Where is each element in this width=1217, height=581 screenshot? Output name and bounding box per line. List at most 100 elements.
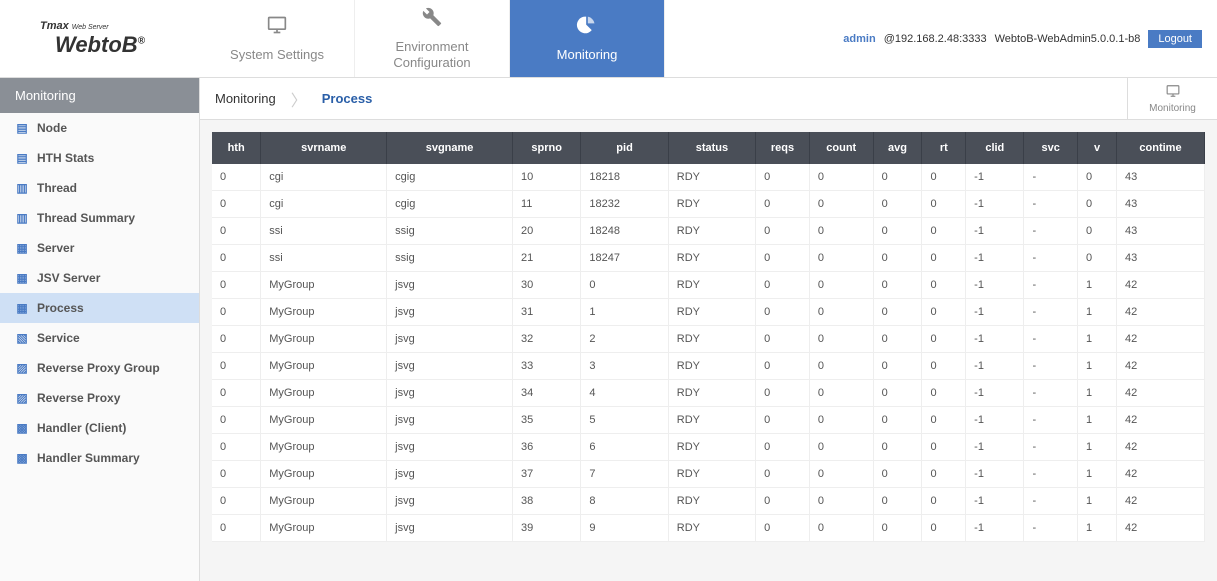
sidebar-item-server[interactable]: ▦Server xyxy=(0,233,199,263)
tab-system-settings[interactable]: System Settings xyxy=(200,0,355,77)
admin-user[interactable]: admin xyxy=(843,33,875,45)
sidebar-item-label: Process xyxy=(37,301,84,315)
col-contime[interactable]: contime xyxy=(1116,132,1204,164)
cell-status: RDY xyxy=(668,272,755,299)
sidebar-item-thread-summary[interactable]: ▥Thread Summary xyxy=(0,203,199,233)
cell-clid: -1 xyxy=(966,191,1024,218)
cell-svrname: cgi xyxy=(261,164,387,191)
cell-sprno: 33 xyxy=(512,353,580,380)
monitoring-badge[interactable]: Monitoring xyxy=(1127,78,1217,119)
sidebar-item-handler-client-[interactable]: ▩Handler (Client) xyxy=(0,413,199,443)
cell-svgname: jsvg xyxy=(387,272,513,299)
table-row[interactable]: 0MyGroupjsvg377RDY0000-1-142 xyxy=(212,461,1205,488)
cell-count: 0 xyxy=(809,461,873,488)
tab-label: System Settings xyxy=(230,47,324,63)
tab-environment-configuration[interactable]: Environment Configuration xyxy=(355,0,510,77)
col-svrname[interactable]: svrname xyxy=(261,132,387,164)
cell-svgname: ssig xyxy=(387,245,513,272)
table-row[interactable]: 0MyGroupjsvg311RDY0000-1-142 xyxy=(212,299,1205,326)
tab-monitoring[interactable]: Monitoring xyxy=(510,0,665,77)
table-row[interactable]: 0MyGroupjsvg399RDY0000-1-142 xyxy=(212,515,1205,542)
col-svgname[interactable]: svgname xyxy=(387,132,513,164)
cell-clid: -1 xyxy=(966,515,1024,542)
col-reqs[interactable]: reqs xyxy=(756,132,810,164)
cell-contime: 43 xyxy=(1116,245,1204,272)
monitoring-badge-label: Monitoring xyxy=(1149,103,1196,114)
table-row[interactable]: 0MyGroupjsvg300RDY0000-1-142 xyxy=(212,272,1205,299)
col-sprno[interactable]: sprno xyxy=(512,132,580,164)
cell-status: RDY xyxy=(668,434,755,461)
cell-svc: - xyxy=(1024,407,1078,434)
table-row[interactable]: 0MyGroupjsvg322RDY0000-1-142 xyxy=(212,326,1205,353)
table-body: 0cgicgig1018218RDY0000-1-0430cgicgig1118… xyxy=(212,164,1205,542)
cell-sprno: 11 xyxy=(512,191,580,218)
col-svc[interactable]: svc xyxy=(1024,132,1078,164)
chevron-right-icon: 〉 xyxy=(291,87,307,111)
cell-count: 0 xyxy=(809,515,873,542)
cell-contime: 42 xyxy=(1116,434,1204,461)
table-row[interactable]: 0MyGroupjsvg388RDY0000-1-142 xyxy=(212,488,1205,515)
cell-svgname: jsvg xyxy=(387,299,513,326)
table-row[interactable]: 0cgicgig1018218RDY0000-1-043 xyxy=(212,164,1205,191)
cell-clid: -1 xyxy=(966,353,1024,380)
col-status[interactable]: status xyxy=(668,132,755,164)
cell-svc: - xyxy=(1024,245,1078,272)
logout-button[interactable]: Logout xyxy=(1148,30,1202,48)
cell-v: 1 xyxy=(1078,461,1117,488)
cell-hth: 0 xyxy=(212,407,261,434)
table-row[interactable]: 0MyGroupjsvg333RDY0000-1-142 xyxy=(212,353,1205,380)
cell-reqs: 0 xyxy=(756,515,810,542)
cell-rt: 0 xyxy=(922,488,966,515)
sidebar-item-process[interactable]: ▦Process xyxy=(0,293,199,323)
table-row[interactable]: 0MyGroupjsvg355RDY0000-1-142 xyxy=(212,407,1205,434)
cell-svgname: ssig xyxy=(387,218,513,245)
cell-avg: 0 xyxy=(873,218,922,245)
col-avg[interactable]: avg xyxy=(873,132,922,164)
sidebar-item-node[interactable]: ▤Node xyxy=(0,113,199,143)
sidebar-item-jsv-server[interactable]: ▦JSV Server xyxy=(0,263,199,293)
table-row[interactable]: 0cgicgig1118232RDY0000-1-043 xyxy=(212,191,1205,218)
sidebar-item-thread[interactable]: ▥Thread xyxy=(0,173,199,203)
cell-sprno: 32 xyxy=(512,326,580,353)
cell-sprno: 36 xyxy=(512,434,580,461)
cell-clid: -1 xyxy=(966,245,1024,272)
sidebar-item-icon: ▨ xyxy=(15,361,29,375)
table-row[interactable]: 0MyGroupjsvg344RDY0000-1-142 xyxy=(212,380,1205,407)
table-row[interactable]: 0ssissig2018248RDY0000-1-043 xyxy=(212,218,1205,245)
table-row[interactable]: 0ssissig2118247RDY0000-1-043 xyxy=(212,245,1205,272)
table-row[interactable]: 0MyGroupjsvg366RDY0000-1-142 xyxy=(212,434,1205,461)
monitor-icon xyxy=(1164,84,1182,101)
col-rt[interactable]: rt xyxy=(922,132,966,164)
col-count[interactable]: count xyxy=(809,132,873,164)
sidebar-item-reverse-proxy-group[interactable]: ▨Reverse Proxy Group xyxy=(0,353,199,383)
cell-clid: -1 xyxy=(966,299,1024,326)
col-clid[interactable]: clid xyxy=(966,132,1024,164)
cell-v: 1 xyxy=(1078,407,1117,434)
sidebar-item-service[interactable]: ▧Service xyxy=(0,323,199,353)
cell-v: 0 xyxy=(1078,245,1117,272)
cell-hth: 0 xyxy=(212,515,261,542)
cell-svgname: jsvg xyxy=(387,515,513,542)
cell-hth: 0 xyxy=(212,488,261,515)
breadcrumb-root[interactable]: Monitoring xyxy=(215,91,276,106)
cell-pid: 18248 xyxy=(581,218,668,245)
cell-rt: 0 xyxy=(922,326,966,353)
col-pid[interactable]: pid xyxy=(581,132,668,164)
sidebar-item-reverse-proxy[interactable]: ▨Reverse Proxy xyxy=(0,383,199,413)
logo-product: WebtoB® xyxy=(55,32,145,58)
cell-contime: 42 xyxy=(1116,326,1204,353)
col-v[interactable]: v xyxy=(1078,132,1117,164)
content: Monitoring 〉 Process Monitoring hthsvrna… xyxy=(200,78,1217,581)
sidebar-item-hth-stats[interactable]: ▤HTH Stats xyxy=(0,143,199,173)
sidebar-item-handler-summary[interactable]: ▩Handler Summary xyxy=(0,443,199,473)
cell-svrname: MyGroup xyxy=(261,380,387,407)
col-hth[interactable]: hth xyxy=(212,132,261,164)
cell-pid: 5 xyxy=(581,407,668,434)
server-address: @192.168.2.48:3333 xyxy=(884,33,987,45)
cell-avg: 0 xyxy=(873,380,922,407)
cell-rt: 0 xyxy=(922,407,966,434)
cell-status: RDY xyxy=(668,299,755,326)
cell-pid: 7 xyxy=(581,461,668,488)
cell-v: 0 xyxy=(1078,164,1117,191)
cell-count: 0 xyxy=(809,326,873,353)
